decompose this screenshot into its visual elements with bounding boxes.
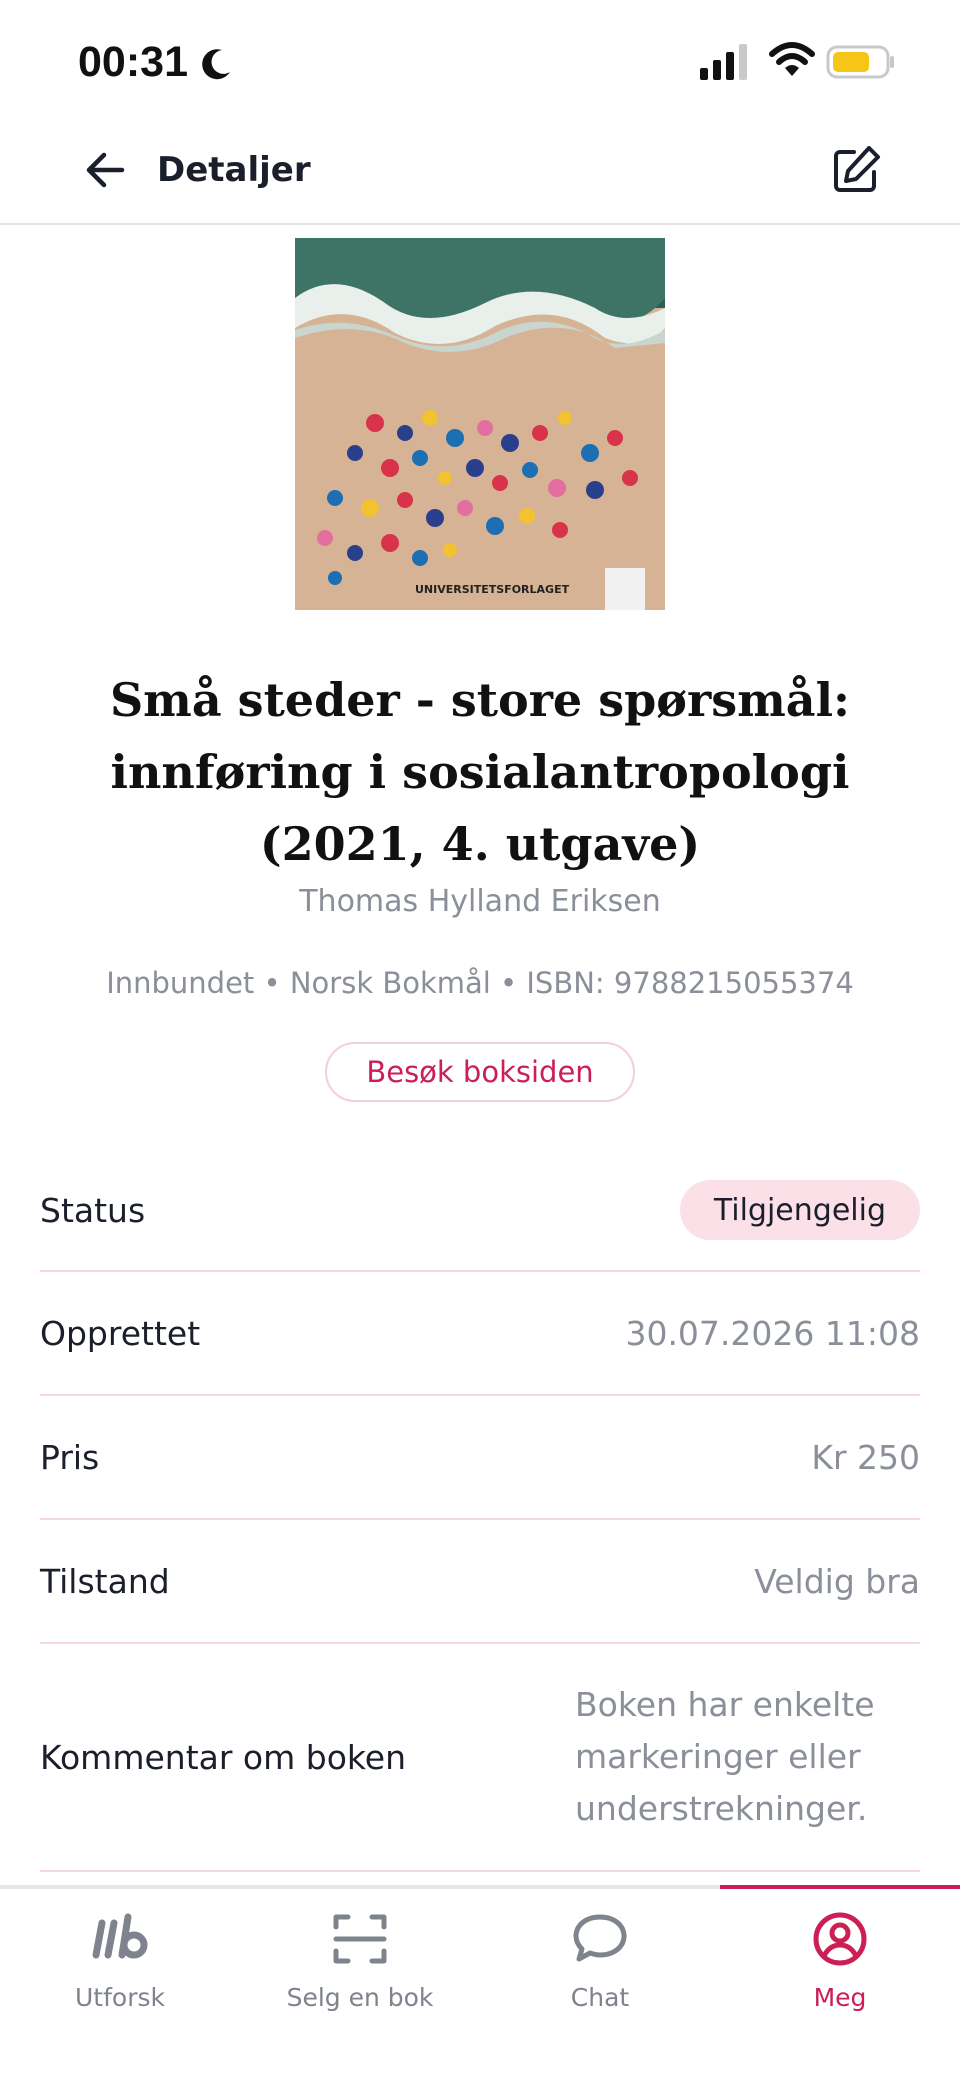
nav-item-sell-book[interactable]: Selg en bok [240,1889,480,2078]
row-value: Boken har enkelte markeringer eller unde… [575,1679,920,1835]
row-label: Status [40,1190,146,1230]
status-badge: Tilgjengelig [679,1180,920,1240]
book-title-line: (2021, 4. utgave) [259,817,701,871]
detail-row-price: Pris Kr 250 [40,1396,920,1520]
detail-row-status: Status Tilgjengelig [40,1150,920,1272]
wifi-icon [769,42,815,76]
app-header: Detaljer [0,120,960,225]
nav-label: Meg [813,1983,867,2012]
status-bar: 00:31 [0,0,960,120]
page-title: Detaljer [157,150,311,190]
row-value: Veldig bra [754,1561,920,1601]
row-label: Pris [40,1437,100,1477]
bottom-nav: Utforsk Selg en bok Chat Meg [0,1885,960,2078]
comment-line: understrekninger. [575,1789,868,1828]
user-circle-icon [813,1912,867,1966]
row-label: Kommentar om boken [40,1737,407,1777]
comment-line: Boken har enkelte [575,1685,875,1724]
nav-item-meg[interactable]: Meg [720,1885,960,2074]
detail-row-created: Opprettet 30.07.2026 11:08 [40,1272,920,1396]
book-title-line: Små steder - store spørsmål: [109,673,851,727]
book-meta: Innbundet • Norsk Bokmål • ISBN: 9788215… [106,966,854,1000]
battery-icon [826,45,894,79]
nav-item-utforsk[interactable]: Utforsk [0,1889,240,2078]
row-label: Opprettet [40,1313,201,1353]
detail-row-comment: Kommentar om boken Boken har enkelte mar… [40,1644,920,1872]
logo-icon [92,1913,148,1959]
visit-book-page-button[interactable]: Besøk boksiden [325,1042,635,1102]
nav-label: Chat [570,1983,630,2012]
nav-label: Selg en bok [286,1983,434,2012]
cover-publisher-text: UNIVERSITETSFORLAGET [415,583,570,596]
row-label: Tilstand [40,1561,170,1601]
chat-bubble-icon [573,1914,627,1962]
nav-label: Utforsk [75,1983,165,2012]
edit-icon[interactable] [828,142,884,198]
moon-icon [202,49,230,80]
status-time: 00:31 [78,38,188,86]
scan-icon [333,1914,387,1964]
book-title: Små steder - store spørsmål: innføring i… [60,664,900,880]
signal-icon [700,44,747,80]
arrow-left-icon[interactable] [82,146,130,194]
book-cover: UNIVERSITETSFORLAGET [295,238,665,610]
book-title-line: innføring i sosialantropologi [110,745,850,799]
detail-row-condition: Tilstand Veldig bra [40,1520,920,1644]
row-value: Kr 250 [811,1437,920,1477]
comment-line: markeringer eller [575,1737,861,1776]
row-value: 30.07.2026 11:08 [625,1313,920,1353]
book-author: Thomas Hylland Eriksen [299,884,661,919]
nav-item-chat[interactable]: Chat [480,1889,720,2078]
details-list: Status Tilgjengelig Opprettet 30.07.2026… [40,1150,920,1872]
